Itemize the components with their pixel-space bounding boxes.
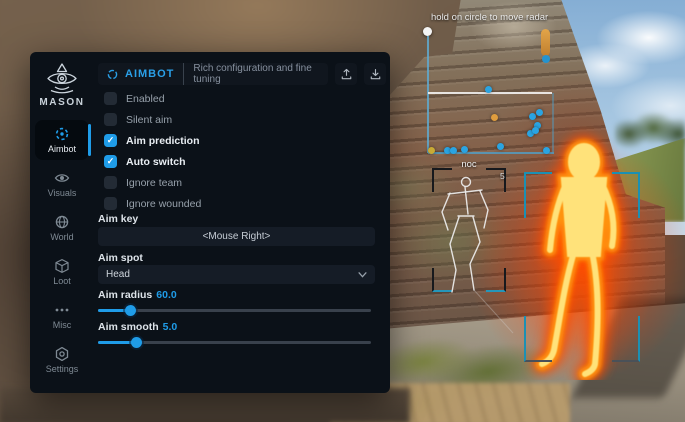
eye-icon [54, 170, 70, 186]
toggle-row: ✓ Aim prediction [104, 130, 201, 151]
slider-track[interactable] [98, 309, 371, 312]
aim-spot-label: Aim spot [98, 252, 143, 264]
aim-smooth-label-text: Aim smooth [98, 321, 159, 333]
radar-left-border [427, 36, 429, 153]
radar-dot-blue [536, 109, 543, 116]
globe-icon [54, 214, 70, 230]
radar-right-border [552, 93, 554, 152]
sidebar-item-aimbot[interactable]: Aimbot [35, 120, 89, 160]
checkbox-ignore-wounded[interactable] [104, 197, 117, 210]
esp-box-corner [524, 316, 552, 362]
sidebar-item-misc[interactable]: Misc [35, 296, 89, 336]
checkbox-enabled[interactable] [104, 92, 117, 105]
radar-tooltip: hold on circle to move radar [431, 12, 548, 23]
page-title: AIMBOT [125, 68, 174, 80]
esp-box-corner [612, 172, 640, 218]
sidebar-item-world[interactable]: World [35, 208, 89, 248]
radar-dot-blue [543, 147, 550, 154]
radar-drag-handle[interactable] [423, 27, 432, 36]
aim-smooth-value: 5.0 [163, 321, 178, 333]
sidebar-item-label: Settings [46, 364, 79, 374]
toggle-label: Silent aim [126, 114, 172, 126]
gear-icon [54, 346, 70, 362]
aim-spot-select[interactable]: Head [98, 265, 375, 284]
toggle-row: ✓ Auto switch [104, 151, 201, 172]
sidebar-item-label: Misc [53, 320, 72, 330]
crosshair-icon [54, 126, 70, 142]
aim-smooth-slider[interactable] [98, 336, 371, 348]
dots-icon [54, 302, 70, 318]
checkbox-ignore-team[interactable] [104, 176, 117, 189]
box-icon [54, 258, 70, 274]
toggle-label: Aim prediction [126, 135, 200, 147]
sidebar-item-loot[interactable]: Loot [35, 252, 89, 292]
chevron-down-icon [358, 272, 367, 278]
upload-config-button[interactable] [335, 63, 357, 85]
panel-content: AIMBOT Rich configuration and fine tunin… [94, 52, 390, 393]
sidebar-item-label: Visuals [48, 188, 77, 198]
offscreen-enemy-marker [541, 29, 550, 56]
radar-dot-blue [497, 143, 504, 150]
cheat-menu-panel: MASON Aimbot Visuals World Loot Misc Settings… [30, 52, 390, 393]
toggle-list: Enabled Silent aim ✓ Aim prediction ✓ Auto sw… [104, 88, 201, 214]
aim-spot-value: Head [106, 269, 130, 280]
aim-radius-value: 60.0 [156, 289, 176, 301]
radar-dot-blue [461, 146, 468, 153]
radar-dot-blue [529, 113, 536, 120]
slider-thumb[interactable] [131, 337, 142, 348]
checkbox-silent-aim[interactable] [104, 113, 117, 126]
sidebar-item-label: Aimbot [48, 144, 76, 154]
sidebar-item-label: Loot [53, 276, 71, 286]
game-screen: noc 5 hold on circle to move radar [0, 0, 685, 422]
brand-name: MASON [39, 97, 84, 108]
dirt-foreground [0, 388, 410, 422]
toggle-label: Ignore wounded [126, 198, 201, 210]
toggle-label: Enabled [126, 93, 165, 105]
esp-box-corner [612, 316, 640, 362]
slider-thumb[interactable] [125, 305, 136, 316]
toggle-label: Ignore team [126, 177, 182, 189]
toggle-row: Ignore wounded [104, 193, 201, 214]
aim-key-value: <Mouse Right> [203, 231, 271, 242]
aimbot-ring-icon [107, 68, 118, 81]
esp-box-corner [524, 172, 552, 218]
panel-header: AIMBOT Rich configuration and fine tunin… [98, 63, 386, 85]
toggle-row: Enabled [104, 88, 201, 109]
sidebar-nav: Aimbot Visuals World Loot Misc Settings [35, 116, 89, 380]
radar-dot-orange [491, 114, 498, 121]
sidebar-item-label: World [50, 232, 73, 242]
checkbox-aim-prediction[interactable]: ✓ [104, 134, 117, 147]
download-icon [369, 68, 382, 81]
mason-eye-logo-icon [44, 62, 80, 94]
page-subtitle: Rich configuration and fine tuning [183, 63, 319, 85]
toggle-row: Ignore team [104, 172, 201, 193]
aim-radius-slider[interactable] [98, 304, 371, 316]
upload-icon [340, 68, 353, 81]
offscreen-enemy-dot [542, 55, 550, 63]
header-bar: AIMBOT Rich configuration and fine tunin… [98, 63, 328, 85]
aim-radius-label-text: Aim radius [98, 289, 152, 301]
sidebar-item-visuals[interactable]: Visuals [35, 164, 89, 204]
radar-dot-blue [532, 127, 539, 134]
aim-radius-label: Aim radius 60.0 [98, 289, 177, 301]
aim-key-button[interactable]: <Mouse Right> [98, 227, 375, 246]
toggle-row: Silent aim [104, 109, 201, 130]
radar-dot-blue [485, 86, 492, 93]
radar-dot-self [428, 147, 435, 154]
download-config-button[interactable] [364, 63, 386, 85]
sidebar-item-settings[interactable]: Settings [35, 340, 89, 380]
radar-dot-blue [450, 147, 457, 154]
skeleton-esp [428, 162, 518, 337]
aim-smooth-label: Aim smooth 5.0 [98, 321, 177, 333]
checkbox-auto-switch[interactable]: ✓ [104, 155, 117, 168]
toggle-label: Auto switch [126, 156, 186, 168]
aim-key-label: Aim key [98, 213, 138, 225]
sidebar: MASON Aimbot Visuals World Loot Misc Settings [30, 52, 94, 393]
